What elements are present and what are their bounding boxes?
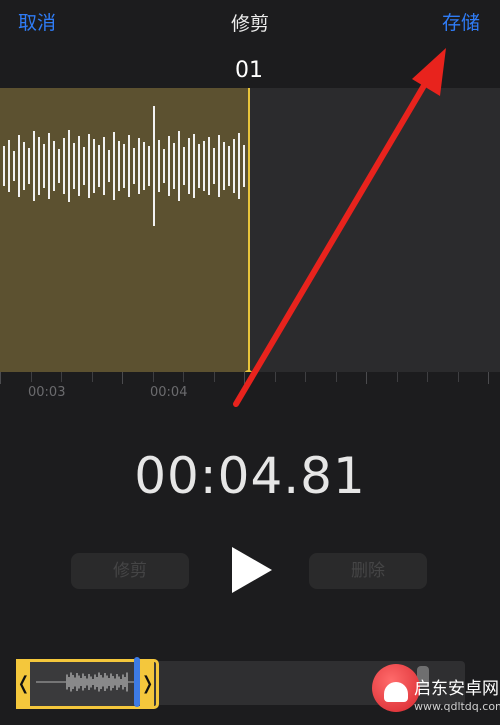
red-arrow-annotation [233,48,446,407]
